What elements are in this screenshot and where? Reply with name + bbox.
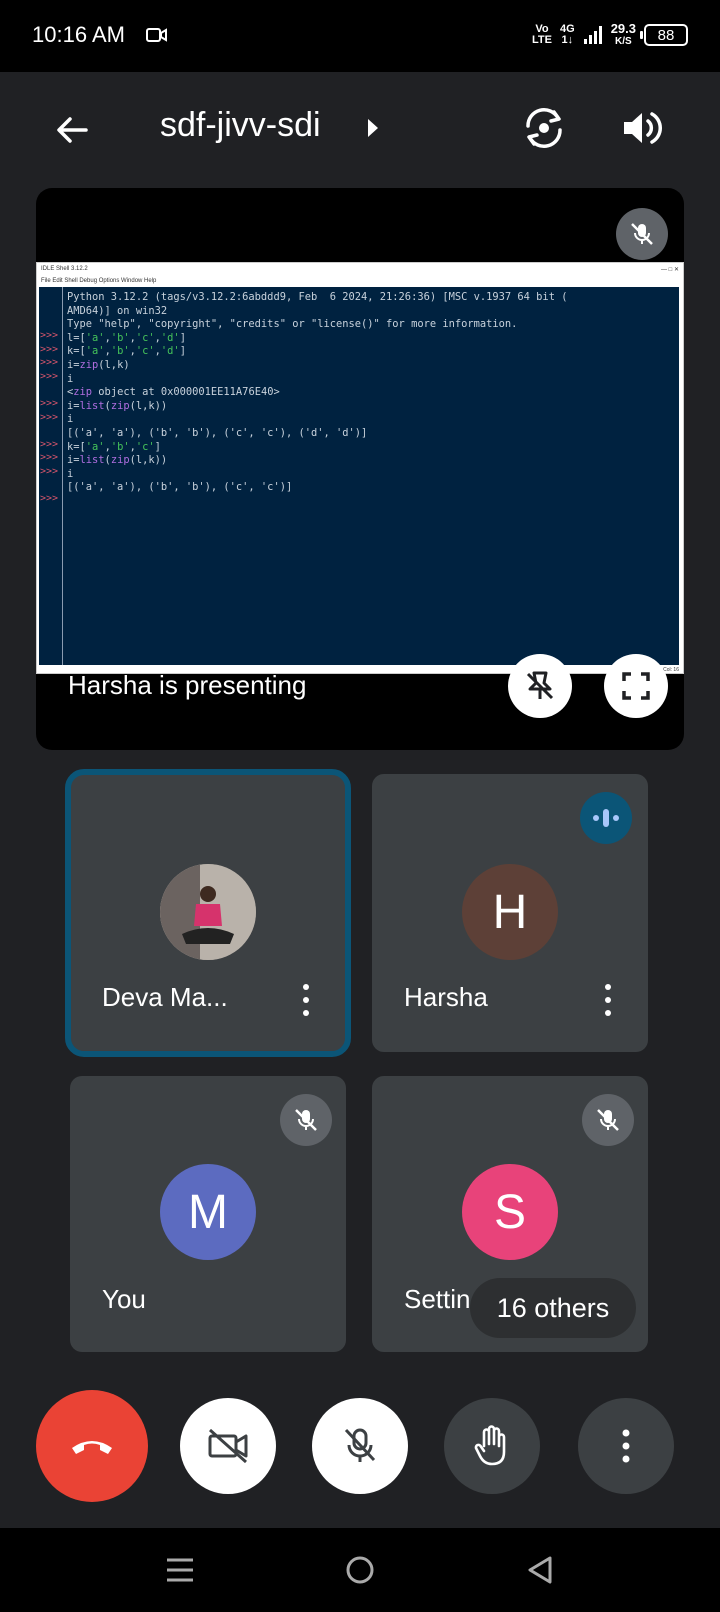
camera-toggle-button[interactable] — [180, 1398, 276, 1494]
more-options-button[interactable] — [578, 1398, 674, 1494]
data-speed: 29.3 K/S — [610, 21, 636, 47]
more-vert-icon — [622, 1429, 630, 1463]
participant-name: Harsha — [404, 982, 488, 1012]
back-triangle-icon — [528, 1556, 552, 1584]
shell-prompts: >>> >>> >>> >>> >>> >>> >>> >>> >>> >>> — [39, 287, 63, 665]
shell-line: i=list(zip(l,k)) — [67, 454, 168, 467]
raise-hand-button[interactable] — [444, 1398, 540, 1494]
avatar — [160, 864, 256, 960]
presenter-muted-badge — [616, 208, 668, 260]
mic-off-icon — [631, 223, 653, 245]
avatar: M — [160, 1164, 256, 1260]
muted-badge — [280, 1094, 332, 1146]
more-vert-icon[interactable] — [598, 980, 618, 1020]
participant-tile-harsha[interactable]: H Harsha — [372, 774, 648, 1052]
muted-badge — [582, 1094, 634, 1146]
switch-camera-icon[interactable] — [520, 104, 568, 152]
mic-off-icon — [597, 1109, 619, 1131]
caret-right-icon[interactable] — [366, 118, 380, 138]
window-titlebar: IDLE Shell 3.12.2 — □ ✕ — [41, 266, 679, 273]
fullscreen-icon — [622, 672, 650, 700]
status-bar: 10:16 AM Vo LTE 4G 1↓ 29.3 K/S 88 — [0, 0, 720, 72]
signal-icon — [583, 26, 602, 44]
shell-line: k=['a','b','c','d'] — [67, 345, 186, 358]
shared-screen: IDLE Shell 3.12.2 — □ ✕ File Edit Shell … — [36, 262, 684, 674]
mic-off-icon — [295, 1109, 317, 1131]
shell-line: Type "help", "copyright", "credits" or "… — [67, 318, 518, 331]
participant-name: Settin — [404, 1284, 471, 1314]
home-circle-icon — [346, 1556, 374, 1584]
shell-line: l=['a','b','c','d'] — [67, 331, 186, 344]
shell-output: Python 3.12.2 (tags/v3.12.2:6abddd9, Feb… — [67, 291, 677, 495]
window-menubar: File Edit Shell Debug Options Window Hel… — [41, 278, 157, 284]
shell-line: i — [67, 413, 74, 426]
shell-line: Python 3.12.2 (tags/v3.12.2:6abddd9, Feb… — [67, 291, 568, 303]
video-call-status-icon — [146, 28, 167, 42]
pin-off-icon — [526, 671, 554, 700]
menu-icon — [167, 1558, 193, 1582]
participant-name: Deva Ma... — [102, 982, 228, 1012]
shell-line: [('a', 'a'), ('b', 'b'), ('c', 'c')] — [67, 481, 293, 494]
recents-button[interactable] — [160, 1550, 200, 1590]
mic-toggle-button[interactable] — [312, 1398, 408, 1494]
status-icons: Vo LTE 4G 1↓ 29.3 K/S 88 — [532, 22, 688, 48]
fullscreen-button[interactable] — [604, 654, 668, 718]
avatar: H — [462, 864, 558, 960]
profile-photo — [160, 864, 256, 960]
home-button[interactable] — [340, 1550, 380, 1590]
shell-line: i — [67, 467, 74, 480]
presentation-stage[interactable]: IDLE Shell 3.12.2 — □ ✕ File Edit Shell … — [36, 188, 684, 750]
clock: 10:16 AM — [32, 22, 125, 47]
participant-tile-deva[interactable]: Deva Ma... — [65, 769, 351, 1057]
shell-line: i=zip(l,k) — [67, 358, 130, 371]
call-controls — [0, 1368, 720, 1528]
system-nav-bar — [0, 1528, 720, 1612]
shell-line: i=list(zip(l,k)) — [67, 399, 168, 412]
more-vert-icon[interactable] — [296, 980, 316, 1020]
video-off-icon — [208, 1428, 248, 1464]
speaking-indicator — [580, 792, 632, 844]
participant-tile-you[interactable]: M You — [70, 1076, 346, 1352]
volte-indicator: Vo LTE — [532, 23, 552, 46]
meeting-code[interactable]: sdf-jivv-sdi — [160, 106, 321, 145]
hand-icon — [474, 1425, 506, 1466]
hang-up-icon — [72, 1441, 112, 1454]
network-type-indicator: 4G 1↓ — [560, 23, 575, 46]
avatar: S — [462, 1164, 558, 1260]
battery-icon: 88 — [640, 24, 688, 46]
shell-line: AMD64)] on win32 — [67, 304, 168, 317]
shell-line: k=['a','b','c'] — [67, 440, 161, 453]
speaker-icon[interactable] — [618, 104, 666, 152]
participant-name: You — [102, 1284, 146, 1314]
shell-line: <zip object at 0x000001EE11A76E40> — [67, 386, 280, 399]
shell-line: [('a', 'a'), ('b', 'b'), ('c', 'c'), ('d… — [67, 426, 368, 439]
others-count-pill[interactable]: 16 others — [470, 1278, 636, 1338]
back-arrow-icon[interactable] — [50, 108, 94, 152]
unpin-button[interactable] — [508, 654, 572, 718]
meeting-header: sdf-jivv-sdi — [0, 72, 720, 186]
mic-off-icon — [344, 1428, 376, 1462]
end-call-button[interactable] — [36, 1390, 148, 1502]
python-shell: >>> >>> >>> >>> >>> >>> >>> >>> >>> >>> … — [39, 287, 679, 665]
shell-line: i — [67, 372, 74, 385]
presenting-label: Harsha is presenting — [68, 670, 307, 700]
back-button[interactable] — [520, 1550, 560, 1590]
